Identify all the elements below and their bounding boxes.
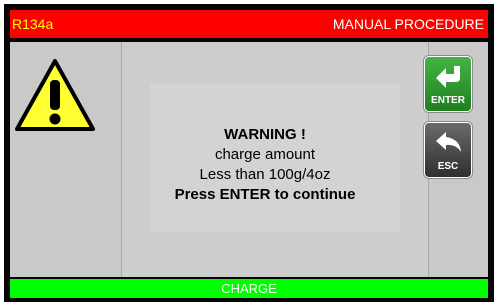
message-line-1: charge amount	[214, 146, 316, 163]
title-bar: R134a MANUAL PROCEDURE	[10, 10, 488, 38]
warning-triangle-icon	[15, 59, 95, 131]
refrigerant-label: R134a	[12, 16, 54, 32]
esc-button[interactable]: ESC	[424, 122, 472, 178]
warning-title: WARNING !	[224, 126, 306, 143]
continue-instruction: Press ENTER to continue	[174, 186, 356, 203]
procedure-title: MANUAL PROCEDURE	[332, 16, 484, 32]
mode-status-bar: CHARGE	[10, 279, 488, 298]
enter-button[interactable]: ENTER	[424, 56, 472, 112]
esc-button-label: ESC	[437, 161, 459, 172]
back-arrow-icon	[436, 132, 461, 152]
message-line-2: Less than 100g/4oz	[199, 166, 331, 183]
enter-return-arrow-icon	[436, 66, 460, 88]
enter-button-label: ENTER	[431, 95, 465, 106]
